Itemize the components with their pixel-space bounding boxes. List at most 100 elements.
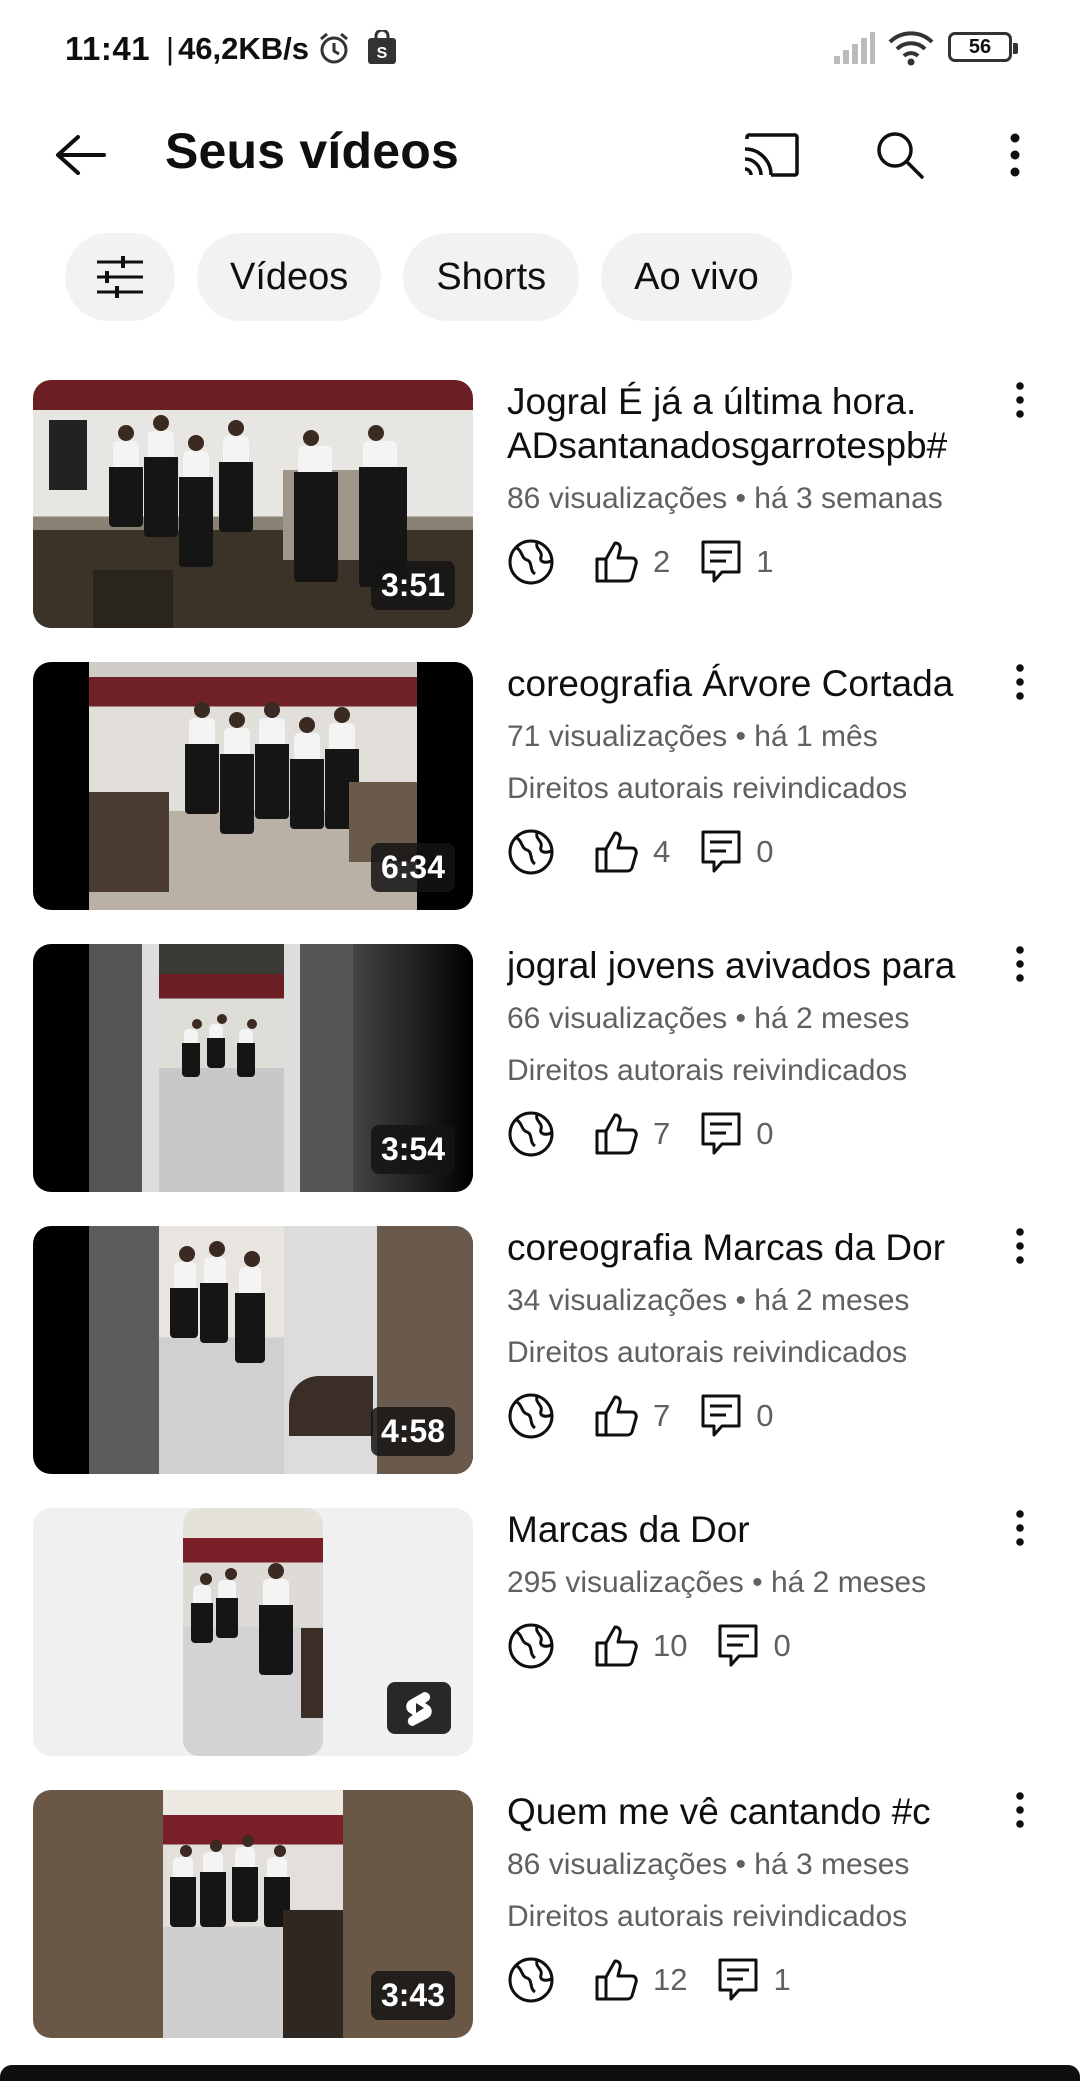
comment-icon xyxy=(717,1623,759,1669)
filter-chip[interactable] xyxy=(65,233,175,321)
shopping-bag-icon: S xyxy=(366,28,398,71)
video-info: coreografia Marcas da Dor 34 visualizaçõ… xyxy=(507,1226,987,1446)
item-more-button[interactable] xyxy=(1000,382,1040,442)
video-stats: 7 0 xyxy=(507,1386,987,1446)
video-stats: 2 1 xyxy=(507,532,987,592)
list-item[interactable]: 3:43 Quem me vê cantando #c 86 visualiza… xyxy=(0,1790,1080,2040)
video-thumbnail[interactable]: 4:58 xyxy=(33,1226,473,1474)
video-title[interactable]: jogral jovens avivados para xyxy=(507,944,987,988)
like-count: 12 xyxy=(653,1962,688,1997)
video-meta: 86 visualizações • há 3 semanas xyxy=(507,482,943,515)
thumbs-up-icon xyxy=(593,539,639,585)
comment-count: 0 xyxy=(756,1398,774,1433)
copyright-claim: Direitos autorais reivindicados xyxy=(507,1900,908,1933)
sliders-icon xyxy=(97,256,143,298)
video-thumbnail[interactable]: 6:34 xyxy=(33,662,473,910)
more-vertical-icon xyxy=(1016,1228,1024,1264)
video-duration: 6:34 xyxy=(370,843,455,892)
video-title[interactable]: coreografia Árvore Cortada xyxy=(507,662,987,706)
search-button[interactable] xyxy=(860,115,940,195)
chip-videos[interactable]: Vídeos xyxy=(197,233,382,321)
video-thumbnail[interactable]: 3:54 xyxy=(33,944,473,1192)
video-duration: 4:58 xyxy=(370,1407,455,1456)
copyright-claim: Direitos autorais reivindicados xyxy=(507,1054,908,1087)
list-item[interactable]: 3:51 Jogral É já a última hora. ADsantan… xyxy=(0,380,1080,630)
thumbs-up-icon xyxy=(593,1393,639,1439)
more-vertical-icon xyxy=(1016,1792,1024,1828)
video-duration: 3:54 xyxy=(370,1125,455,1174)
comment-count: 1 xyxy=(756,544,774,579)
video-info: Jogral É já a última hora. ADsantanadosg… xyxy=(507,380,987,592)
back-button[interactable] xyxy=(40,115,120,195)
status-bar: 11:41 | 46,2KB/s S 56 xyxy=(0,0,1080,100)
battery-icon: 56 xyxy=(948,32,1018,62)
item-more-button[interactable] xyxy=(1000,1510,1040,1570)
globe-icon xyxy=(507,828,555,876)
next-item-peek xyxy=(0,2065,1080,2081)
item-more-button[interactable] xyxy=(1000,946,1040,1006)
video-meta: 66 visualizações • há 2 meses xyxy=(507,1002,910,1035)
video-duration: 3:43 xyxy=(370,1971,455,2020)
list-item[interactable]: Marcas da Dor 295 visualizações • há 2 m… xyxy=(0,1508,1080,1758)
video-stats: 4 0 xyxy=(507,822,987,882)
video-thumbnail[interactable] xyxy=(33,1508,473,1756)
globe-icon xyxy=(507,1392,555,1440)
comment-icon xyxy=(700,1111,742,1157)
video-meta: 34 visualizações • há 2 meses xyxy=(507,1284,910,1317)
video-thumbnail[interactable]: 3:51 xyxy=(33,380,473,628)
comment-count: 0 xyxy=(756,1116,774,1151)
comment-icon xyxy=(700,829,742,875)
chip-shorts[interactable]: Shorts xyxy=(403,233,580,321)
thumbs-up-icon xyxy=(593,1111,639,1157)
video-title[interactable]: Quem me vê cantando #c xyxy=(507,1790,987,1834)
comment-icon xyxy=(700,1393,742,1439)
like-count: 4 xyxy=(653,834,671,869)
status-network-speed: | 46,2KB/s xyxy=(166,31,310,66)
wifi-icon xyxy=(886,28,936,73)
comment-icon xyxy=(717,1957,759,2003)
chip-live[interactable]: Ao vivo xyxy=(601,233,792,321)
list-item[interactable]: 6:34 coreografia Árvore Cortada 71 visua… xyxy=(0,662,1080,912)
more-options-button[interactable] xyxy=(990,115,1040,195)
globe-icon xyxy=(507,538,555,586)
item-more-button[interactable] xyxy=(1000,1792,1040,1852)
like-count: 10 xyxy=(653,1628,688,1663)
like-count: 7 xyxy=(653,1398,671,1433)
video-duration: 3:51 xyxy=(370,561,455,610)
more-vertical-icon xyxy=(1016,382,1024,418)
copyright-claim: Direitos autorais reivindicados xyxy=(507,772,908,805)
list-item[interactable]: 3:54 jogral jovens avivados para 66 visu… xyxy=(0,944,1080,1194)
thumbs-up-icon xyxy=(593,1623,639,1669)
video-title[interactable]: Marcas da Dor xyxy=(507,1508,987,1552)
list-item[interactable]: 4:58 coreografia Marcas da Dor 34 visual… xyxy=(0,1226,1080,1476)
search-icon xyxy=(877,132,924,179)
more-vertical-icon xyxy=(1016,1510,1024,1546)
cast-button[interactable] xyxy=(730,115,810,195)
more-vertical-icon xyxy=(1016,946,1024,982)
thumbnail-image xyxy=(163,1790,343,2038)
video-meta: 295 visualizações • há 2 meses xyxy=(507,1566,927,1599)
thumbnail-image xyxy=(89,662,417,910)
video-title[interactable]: coreografia Marcas da Dor xyxy=(507,1226,987,1270)
globe-icon xyxy=(507,1956,555,2004)
svg-text:S: S xyxy=(377,45,388,62)
arrow-left-icon xyxy=(56,135,106,175)
video-thumbnail[interactable]: 3:43 xyxy=(33,1790,473,2038)
thumbs-up-icon xyxy=(593,829,639,875)
comment-icon xyxy=(700,539,742,585)
video-info: Quem me vê cantando #c 86 visualizações … xyxy=(507,1790,987,2010)
thumbnail-image xyxy=(183,1508,323,1756)
status-time: 11:41 xyxy=(65,30,151,67)
video-title[interactable]: Jogral É já a última hora. ADsantanadosg… xyxy=(507,380,987,468)
filter-chips: Vídeos Shorts Ao vivo xyxy=(65,233,792,321)
video-meta: 86 visualizações • há 3 meses xyxy=(507,1848,910,1881)
item-more-button[interactable] xyxy=(1000,1228,1040,1288)
video-stats: 12 1 xyxy=(507,1950,987,2010)
comment-count: 0 xyxy=(773,1628,791,1663)
comment-count: 1 xyxy=(773,1962,791,1997)
video-info: Marcas da Dor 295 visualizações • há 2 m… xyxy=(507,1508,987,1676)
page-title: Seus vídeos xyxy=(165,123,459,179)
comment-count: 0 xyxy=(756,834,774,869)
thumbs-up-icon xyxy=(593,1957,639,2003)
item-more-button[interactable] xyxy=(1000,664,1040,724)
